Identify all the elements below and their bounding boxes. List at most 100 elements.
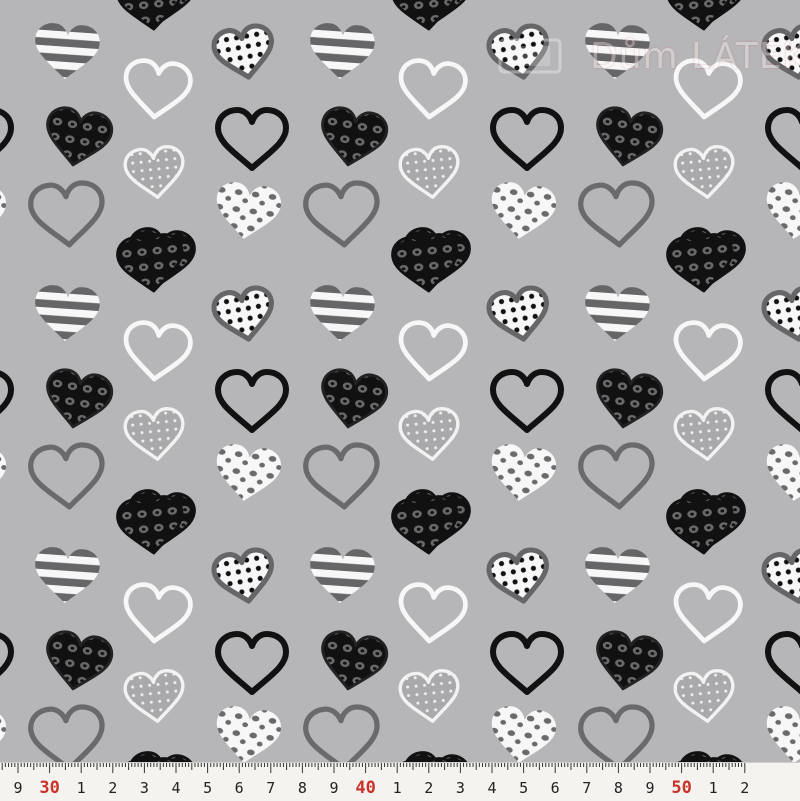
stripes-heart	[582, 545, 651, 606]
spots-heart	[211, 703, 284, 762]
ruler-label: 5	[519, 779, 528, 797]
dots-white-heart	[122, 405, 189, 464]
black-outline-heart	[218, 110, 286, 168]
black-leopard-heart	[664, 0, 738, 34]
black-outline-heart	[768, 634, 800, 692]
spots-heart	[761, 703, 800, 762]
spots-heart	[211, 441, 284, 506]
white-outline-heart	[397, 583, 467, 645]
black-outline-heart	[0, 110, 11, 168]
white-outline-heart	[122, 321, 192, 383]
dots-white-heart	[122, 143, 189, 202]
dark-leopard-heart	[314, 365, 391, 434]
black-outline-heart	[0, 372, 11, 430]
spots-heart	[211, 179, 284, 244]
measuring-ruler: 9 30 1 2 3 4 5 6 7 8 9 40 1 2 3 4 5 6 7 8 9 50 1 2	[0, 762, 800, 801]
dots-white-heart	[672, 405, 739, 464]
ruler-label: 7	[266, 779, 275, 797]
stripes-heart	[582, 283, 651, 344]
ruler-label: 1	[709, 779, 718, 797]
black-leopard-heart	[664, 493, 738, 558]
spots-heart	[0, 441, 9, 506]
ruler-label: 9	[13, 779, 22, 797]
ruler-label: 9	[329, 779, 338, 797]
gray-outline-heart	[304, 444, 379, 510]
gray-outline-heart	[29, 444, 104, 510]
gray-outline-heart	[579, 706, 654, 762]
gray-outline-heart	[29, 182, 104, 248]
watermark: Dům LÁTEK.cz	[490, 30, 800, 90]
black-leopard-heart	[389, 0, 463, 34]
dots-black-heart	[487, 547, 552, 606]
dots-black-heart	[762, 285, 800, 344]
ruler-label: 2	[424, 779, 433, 797]
ruler-label: 30	[39, 778, 59, 798]
dots-white-heart	[122, 667, 189, 726]
ruler-label: 2	[108, 779, 117, 797]
watermark-logo-icon	[498, 38, 562, 74]
gray-outline-heart	[579, 182, 654, 248]
black-outline-heart	[493, 110, 561, 168]
dark-leopard-heart	[314, 627, 391, 696]
dots-white-heart	[397, 405, 464, 464]
dots-black-heart	[0, 23, 2, 82]
dots-white-heart	[397, 667, 464, 726]
dark-leopard-heart	[589, 627, 666, 696]
black-leopard-heart	[114, 493, 188, 558]
white-outline-heart	[672, 583, 742, 645]
black-leopard-heart	[389, 231, 463, 296]
ruler-label: 5	[203, 779, 212, 797]
black-outline-heart	[493, 372, 561, 430]
ruler-label: 50	[671, 778, 691, 798]
black-outline-heart	[768, 110, 800, 168]
ruler-label: 4	[487, 779, 496, 797]
black-outline-heart	[493, 634, 561, 692]
ruler-label: 40	[355, 778, 375, 798]
dots-black-heart	[762, 547, 800, 606]
dots-white-heart	[397, 143, 464, 202]
spots-heart	[486, 703, 559, 762]
spots-heart	[0, 703, 9, 762]
dots-black-heart	[212, 285, 277, 344]
white-outline-heart	[122, 583, 192, 645]
dark-leopard-heart	[589, 103, 666, 172]
ruler-label: 3	[456, 779, 465, 797]
spots-heart	[761, 179, 800, 244]
dark-leopard-heart	[39, 365, 116, 434]
dark-leopard-heart	[39, 627, 116, 696]
ruler-scale: 9 30 1 2 3 4 5 6 7 8 9 40 1 2 3 4 5 6 7 8 9 50 1 2	[1, 763, 749, 798]
ruler-label: 8	[298, 779, 307, 797]
ruler-label: 8	[614, 779, 623, 797]
white-outline-heart	[122, 59, 192, 121]
gray-outline-heart	[304, 706, 379, 762]
fabric-swatch: Dům LÁTEK.cz	[0, 0, 800, 762]
white-outline-heart	[397, 321, 467, 383]
spots-heart	[486, 179, 559, 244]
black-leopard-heart	[389, 493, 463, 558]
ruler-label: 6	[235, 779, 244, 797]
spots-heart	[0, 179, 9, 244]
spots-heart	[486, 441, 559, 506]
dots-black-heart	[0, 285, 2, 344]
white-outline-heart	[672, 321, 742, 383]
stripes-heart	[307, 283, 376, 344]
stripes-heart	[32, 21, 101, 82]
hearts-group	[0, 0, 800, 762]
gray-outline-heart	[29, 706, 104, 762]
black-outline-heart	[218, 634, 286, 692]
dots-black-heart	[0, 547, 2, 606]
white-outline-heart	[397, 59, 467, 121]
ruler-label: 7	[582, 779, 591, 797]
ruler-label: 9	[645, 779, 654, 797]
ruler-label: 3	[140, 779, 149, 797]
heart-pattern	[0, 0, 800, 762]
stripes-heart	[32, 283, 101, 344]
stripes-heart	[307, 545, 376, 606]
ruler-label: 1	[393, 779, 402, 797]
dark-leopard-heart	[39, 103, 116, 172]
black-outline-heart	[218, 372, 286, 430]
spots-heart	[761, 441, 800, 506]
dots-black-heart	[487, 285, 552, 344]
dots-white-heart	[672, 143, 739, 202]
black-outline-heart	[768, 372, 800, 430]
